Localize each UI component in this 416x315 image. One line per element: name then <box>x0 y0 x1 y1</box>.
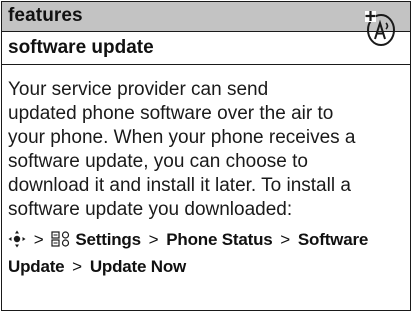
menu-navigation-path: > Settings > Phone Status > Software Upd… <box>8 226 406 280</box>
header-title: features <box>8 5 83 26</box>
features-header: features <box>2 2 410 32</box>
nav-key-icon <box>8 230 26 248</box>
path-separator: > <box>33 230 44 249</box>
settings-icon <box>51 231 70 247</box>
menu-item-update: Update <box>8 257 65 276</box>
network-feature-icon <box>365 11 395 46</box>
path-separator: > <box>280 230 291 249</box>
menu-item-settings: Settings <box>75 230 141 249</box>
path-separator: > <box>148 230 159 249</box>
path-separator: > <box>72 257 83 276</box>
menu-item-update-now: Update Now <box>89 257 187 276</box>
menu-item-phone-status: Phone Status <box>166 230 273 249</box>
menu-item-software: Software <box>297 230 369 249</box>
section-header: software update <box>2 32 410 65</box>
page-frame: features software update Your service pr… <box>1 1 411 311</box>
section-title: software update <box>8 37 154 58</box>
instructions-paragraph: Your service provider can send updated p… <box>8 79 356 220</box>
